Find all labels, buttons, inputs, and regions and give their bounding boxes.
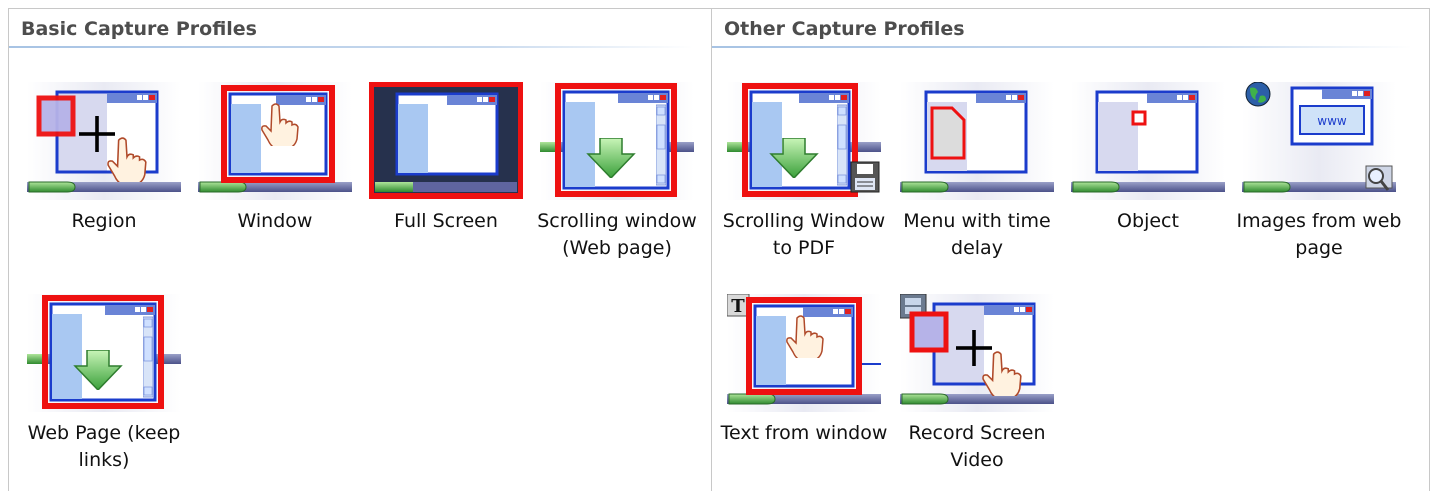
header-underline [712,46,1412,48]
text-tool-icon: T [727,294,750,317]
floppy-disk-icon [850,161,880,193]
svg-text:www: www [1317,114,1347,128]
profile-full-screen[interactable]: Full Screen [360,82,532,282]
basic-profiles-title: Basic Capture Profiles [21,18,257,40]
basic-profiles-header: Basic Capture Profiles [9,8,711,48]
profile-label: Menu with time delay [903,210,1051,259]
profile-text-from-window[interactable]: T Text from window [718,294,890,494]
other-profiles-title: Other Capture Profiles [724,18,965,40]
profile-object[interactable]: Object [1062,82,1234,282]
record-screen-video-icon [900,294,1054,412]
profile-label: Full Screen [394,210,498,232]
profile-window[interactable]: Window [189,82,361,282]
profile-menu-time-delay[interactable]: Menu with time delay [891,82,1063,282]
region-capture-icon [27,82,181,200]
images-from-web-page-icon: www [1242,82,1396,200]
window-capture-icon [198,82,352,200]
header-underline [9,46,693,48]
profile-label: Scrolling Window to PDF [722,210,886,259]
web-page-keep-links-icon [27,294,181,412]
menu-time-delay-icon [900,82,1054,200]
full-screen-capture-icon [369,82,523,200]
profile-label: Record Screen Video [908,422,1046,471]
svg-text:T: T [731,296,745,317]
profile-label: Object [1117,210,1179,232]
basic-profiles-panel: Basic Capture Profiles Region Window Ful… [9,8,711,491]
object-capture-icon [1071,82,1225,200]
profile-label: Web Page (keep links) [27,422,181,471]
profile-label: Images from web page [1236,210,1402,259]
globe-icon [1245,82,1271,107]
profile-region[interactable]: Region [18,82,190,282]
other-profiles-panel: Other Capture Profiles Scrolling Window … [712,8,1430,491]
profile-label: Region [71,210,137,232]
profile-scrolling-window[interactable]: Scrolling window (Web page) [531,82,703,282]
scrolling-window-capture-icon [540,82,694,200]
profile-images-from-web-page[interactable]: www Images from web page [1233,82,1405,282]
profile-label: Scrolling window (Web page) [537,210,697,259]
profile-label: Text from window [720,422,888,444]
profile-label: Window [237,210,313,232]
text-from-window-icon: T [727,294,881,412]
profile-web-page-keep-links[interactable]: Web Page (keep links) [18,294,190,494]
other-profiles-header: Other Capture Profiles [712,8,1430,48]
image-search-icon [1365,165,1393,191]
profile-record-screen-video[interactable]: Record Screen Video [891,294,1063,494]
profile-scrolling-window-to-pdf[interactable]: Scrolling Window to PDF [718,82,890,282]
scrolling-window-pdf-icon [727,82,881,200]
